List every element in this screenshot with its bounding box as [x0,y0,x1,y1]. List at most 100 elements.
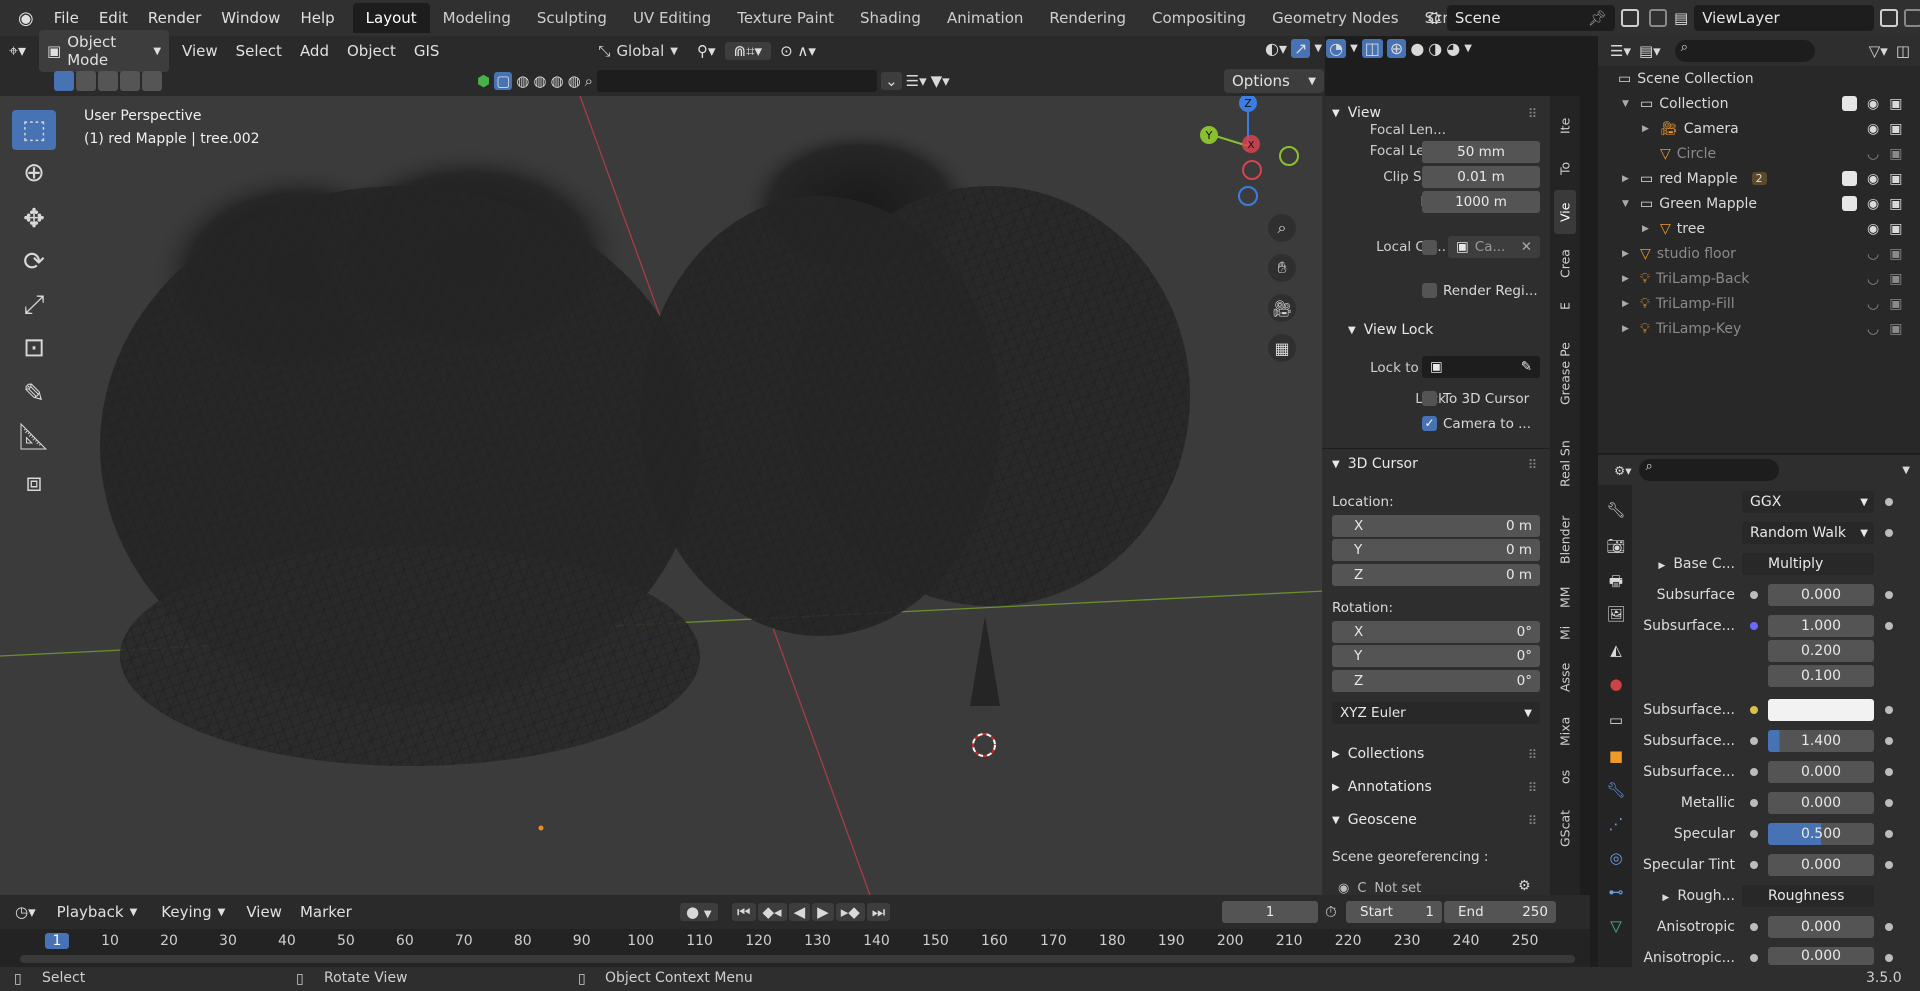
camera-view-icon[interactable]: 🎥︎ [1268,294,1296,322]
constraints-tab-icon[interactable]: ⊷ [1606,883,1626,903]
view-layer-tab-icon[interactable]: 🖼︎ [1606,605,1626,625]
outliner-search-input[interactable]: ⌕ [1674,40,1815,62]
eye-closed-icon[interactable]: ◡ [1867,321,1879,337]
tab-tool[interactable]: To [1554,148,1576,188]
end-frame-field[interactable]: End 250 [1444,901,1556,923]
funnel-icon[interactable]: ▼▾ [931,72,950,90]
select-extend-icon[interactable] [76,71,96,91]
render-camera-icon[interactable]: ▣ [1889,196,1902,212]
outliner-row[interactable]: ▽ Circle ◡ ▣ [1598,141,1920,166]
keyframe-dot[interactable] [1885,923,1893,931]
clip-end-field[interactable]: 1000 m [1422,191,1540,213]
exclude-checkbox[interactable] [1842,170,1857,186]
viewport-canvas[interactable] [0,96,1325,895]
tab-sculpting[interactable]: Sculpting [524,3,620,33]
geoscene-header[interactable]: ▼ Geoscene [1332,812,1417,828]
options-dropdown[interactable]: Options ▼ [1224,69,1324,93]
jump-end-icon[interactable]: ⏭ [866,903,891,921]
settings-gear-icon[interactable]: ⚙ [1518,878,1531,894]
view-lock-header[interactable]: ▼ View Lock [1348,322,1433,338]
transform-orientation[interactable]: ⤡ Global ▼ [598,42,678,60]
rotation-mode-dropdown[interactable]: XYZ Euler ▼ [1332,702,1540,724]
modifier-tab-icon[interactable]: 🔧︎ [1606,781,1626,801]
radio-icon[interactable]: ◉ [1338,881,1349,896]
socket-dot[interactable] [1750,954,1758,962]
overlay-icon[interactable]: ◔ [1326,39,1347,58]
select-new-icon[interactable] [54,71,74,91]
cursor-rot-y-field[interactable]: Y 0° [1332,645,1540,667]
filter-world-icon[interactable]: ◍ [550,72,563,90]
green-mapple-tree[interactable] [640,126,1190,706]
render-region-checkbox[interactable] [1422,283,1437,298]
tab-asset[interactable]: Asse [1554,652,1576,702]
solid-shading-icon[interactable]: ● [1410,39,1424,58]
drag-handle-icon[interactable]: ⠿ [1528,106,1537,121]
tab-item[interactable]: Ite [1554,106,1576,146]
pan-hand-icon[interactable]: ✋︎ [1268,254,1296,282]
socket-dot[interactable] [1750,591,1758,599]
render-camera-icon[interactable]: ▣ [1889,171,1902,187]
tab-gscatter[interactable]: GScat [1554,798,1576,858]
collection-tab-icon[interactable]: ▭ [1606,711,1626,731]
socket-dot[interactable] [1750,923,1758,931]
xray-icon[interactable]: ◫ [1361,39,1383,58]
sort-icon[interactable]: ☰▾ [906,72,927,90]
tab-mm[interactable]: MM [1554,580,1576,614]
eye-closed-icon[interactable]: ◡ [1867,296,1879,312]
tab-create[interactable]: Crea [1554,238,1576,290]
rotate-tool-icon[interactable]: ⟳ [12,242,56,282]
collections-header[interactable]: ▶ Collections [1332,746,1424,762]
socket-dot[interactable] [1750,830,1758,838]
subsurface-anisotropy-field[interactable]: 0.000 [1768,761,1874,783]
subsurface-radius-z[interactable]: 0.100 [1768,665,1874,687]
pin-icon[interactable]: 📌︎ [1588,9,1607,27]
chevron-right-icon[interactable]: ▶ [1622,324,1640,334]
menu-render[interactable]: Render [138,9,211,27]
blender-logo-icon[interactable]: ◉ [8,8,44,29]
keyframe-dot[interactable] [1885,529,1893,537]
eye-closed-icon[interactable]: ◡ [1867,146,1879,162]
viewport-search-input[interactable] [597,70,878,92]
red-mapple-tree[interactable] [100,146,700,766]
navigation-gizmo[interactable]: Z Y X [1195,96,1305,206]
3d-cursor-header[interactable]: ▼ 3D Cursor [1332,456,1418,472]
render-camera-icon[interactable]: ▣ [1889,121,1902,137]
metallic-field[interactable]: 0.000 [1768,792,1874,814]
physics-tab-icon[interactable]: ◎ [1606,849,1626,869]
eye-icon[interactable]: ◉ [1867,171,1879,187]
zoom-icon[interactable]: ⌕ [1268,214,1296,242]
subsurface-field[interactable]: 0.000 [1768,584,1874,606]
chevron-right-icon[interactable]: ▶ [1642,124,1660,134]
timeline-track-area[interactable]: 1 10 20 30 40 50 60 70 80 90 100 110 120 130 140 150 160… [0,929,1590,967]
tab-real-snow[interactable]: Real Sn [1554,428,1576,500]
gizmo-icon[interactable]: ↗ [1291,39,1311,58]
specular-tint-field[interactable]: 0.000 [1768,854,1874,876]
cube-color-icon[interactable]: ⬢ [477,72,490,90]
view-layer-field[interactable]: ViewLayer [1694,5,1875,31]
next-keyframe-icon[interactable]: ▸◆ [835,903,865,921]
perspective-toggle-icon[interactable]: ▦ [1268,334,1296,362]
subsurface-radius-x[interactable]: 1.000 [1768,615,1874,637]
cursor-tool-icon[interactable]: ⊕ [12,153,56,193]
play-icon[interactable]: ▶ [812,903,834,921]
select-difference-icon[interactable] [120,71,140,91]
keyframe-dot[interactable] [1885,737,1893,745]
base-color-node-field[interactable]: Multiply [1742,553,1874,575]
menu-help[interactable]: Help [290,9,344,27]
render-camera-icon[interactable]: ▣ [1889,221,1902,237]
outliner-row[interactable]: ▶ ▭ red Mapple 2 ◉ ▣ [1598,166,1920,191]
menu-gis[interactable]: GIS [405,42,449,60]
outliner-row[interactable]: ▼ ▭ Collection ◉ ▣ [1598,91,1920,116]
visibility-icon[interactable]: ◐▾ [1265,39,1287,58]
current-frame-field[interactable]: 1 [1222,901,1318,923]
particles-tab-icon[interactable]: ⋰ [1606,815,1626,835]
outliner-row[interactable]: ▶ 💡︎ TriLamp-Fill ◡ ▣ [1598,291,1920,316]
view-layer-icon[interactable]: ▤ [1674,9,1688,27]
menu-select[interactable]: Select [227,42,291,60]
close-icon[interactable]: ✕ [1521,239,1532,255]
annotations-header[interactable]: ▶ Annotations [1332,779,1432,795]
render-camera-icon[interactable]: ▣ [1889,271,1902,287]
chevron-right-icon[interactable]: ▶ [1622,299,1640,309]
prev-keyframe-icon[interactable]: ◆◂ [757,903,787,921]
drag-handle-icon[interactable]: ⠿ [1528,457,1537,472]
